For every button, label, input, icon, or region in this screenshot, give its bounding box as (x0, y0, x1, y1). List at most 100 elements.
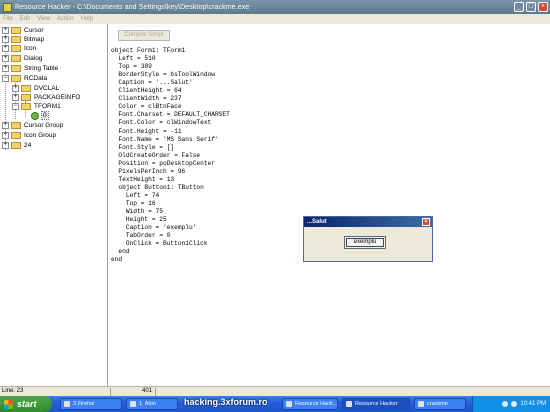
expand-icon[interactable]: + (2, 122, 9, 129)
tree-item-label: Icon (24, 45, 37, 52)
tree-item-icon[interactable]: + Icon (2, 44, 36, 53)
tree-item-cursor-group[interactable]: + Cursor Group (2, 121, 63, 130)
start-label: start (17, 399, 37, 409)
resource-gear-icon (31, 111, 39, 120)
code-line: Top = 389 (111, 63, 152, 71)
menu-bar: File Edit View Action Help (0, 14, 550, 24)
expand-icon[interactable]: + (2, 132, 9, 139)
resource-tree[interactable]: + Cursor + Bitmap + Icon + Dialog + Stri… (0, 24, 108, 386)
tree-item-packageinfo[interactable]: + PACKAGEINFO (12, 93, 80, 102)
dialog-close-button[interactable]: × (422, 218, 430, 226)
task-label: 3 Firefox (73, 401, 95, 407)
resource-hacker-icon (346, 401, 352, 407)
watermark-text: hacking.3xforum.ro (184, 397, 268, 407)
menu-action[interactable]: Action (57, 16, 74, 22)
tree-item-dvclal[interactable]: + DVCLAL (12, 84, 59, 93)
code-line: Font.Height = -11 (111, 127, 182, 135)
tree-item-cursor[interactable]: + Cursor (2, 26, 44, 35)
tree-item-label: Icon Group (24, 132, 57, 139)
code-line: OnClick = Button1Click (111, 240, 208, 248)
menu-file[interactable]: File (3, 16, 13, 22)
dialog-title: ...Salut (307, 219, 327, 225)
minimize-button[interactable]: _ (514, 2, 524, 12)
taskbar-resource-hacker[interactable]: Resource Hacker (342, 398, 410, 410)
taskbar-firefox[interactable]: 3 Firefox (60, 398, 122, 410)
folder-icon (11, 142, 21, 149)
menu-view[interactable]: View (37, 16, 50, 22)
code-line: Position = poDesktopCenter (111, 159, 215, 167)
code-line: Height = 25 (111, 216, 167, 224)
code-line: ClientHeight = 64 (111, 87, 182, 95)
network-icon[interactable] (502, 401, 509, 407)
code-line: TextHeight = 13 (111, 175, 175, 183)
menu-help[interactable]: Help (81, 16, 93, 22)
tree-item-rcdata[interactable]: − RCData (2, 74, 47, 83)
code-line: object Button1: TButton (111, 183, 204, 191)
code-line: end (111, 256, 123, 264)
expand-icon[interactable]: + (2, 55, 9, 62)
window-title: Resource Hacker - C:\Documents and Setti… (15, 3, 250, 11)
task-label: crackme (427, 401, 448, 407)
code-line: Color = clBtnFace (111, 103, 182, 111)
tree-item-icon-group[interactable]: + Icon Group (2, 131, 56, 140)
code-line: Font.Color = clWindowText (111, 119, 212, 127)
expand-icon[interactable]: + (2, 142, 9, 149)
tree-item-resource-0[interactable]: 0 (31, 111, 49, 120)
code-line: object Form1: TForm1 (111, 47, 186, 54)
dialog-title-bar: ...Salut × (304, 217, 432, 227)
tree-item-label: 24 (24, 142, 32, 149)
tree-item-label: 0 (41, 111, 49, 120)
code-line: Width = 75 (111, 208, 163, 215)
taskbar-crackme[interactable]: crackme (414, 398, 466, 410)
expand-icon[interactable]: + (2, 36, 9, 43)
expand-icon[interactable]: + (2, 45, 9, 52)
delphi-icon (418, 401, 424, 407)
tree-item-24[interactable]: + 24 (2, 141, 31, 150)
tree-item-label: RCData (24, 75, 48, 82)
folder-icon (21, 85, 31, 92)
exemplu-button[interactable]: exemplu (344, 236, 386, 249)
expand-icon[interactable]: + (2, 27, 9, 34)
close-button[interactable]: × (538, 2, 548, 12)
taskbar-resource-hack[interactable]: Resource Hack... (282, 398, 338, 410)
code-line: Left = 74 (111, 191, 160, 199)
compile-script-button[interactable]: Compile Script (118, 30, 170, 41)
system-tray: 10:41 PM (472, 396, 550, 412)
status-divider (110, 388, 111, 396)
title-bar: Resource Hacker - C:\Documents and Setti… (0, 0, 550, 14)
folder-icon (11, 27, 21, 34)
volume-icon[interactable] (511, 401, 518, 407)
code-line: ClientWidth = 237 (111, 95, 182, 103)
clock: 10:41 PM (520, 401, 546, 407)
windows-logo-icon (4, 399, 13, 409)
tree-item-label: Cursor Group (24, 122, 64, 129)
code-line: BorderStyle = bsToolWindow (111, 71, 215, 79)
window-icon (286, 401, 292, 407)
start-button[interactable]: start (0, 396, 52, 412)
tree-item-bitmap[interactable]: + Bitmap (2, 35, 44, 44)
code-line: Font.Style = [] (111, 143, 175, 151)
collapse-icon[interactable]: − (12, 103, 19, 110)
expand-icon[interactable]: + (12, 85, 19, 92)
tree-item-dialog[interactable]: + Dialog (2, 54, 42, 63)
code-line: Caption = '...Salut' (111, 79, 193, 87)
tree-item-string-table[interactable]: + String Table (2, 64, 58, 73)
tree-item-tform1[interactable]: − TFORM1 (12, 102, 61, 111)
folder-icon (11, 122, 21, 129)
code-line: Font.Name = 'MS Sans Serif' (111, 135, 219, 143)
status-line-number: Line: 23 (2, 388, 24, 394)
code-line: Left = 510 (111, 55, 156, 63)
status-value: 401 (142, 388, 153, 394)
code-line: end (111, 248, 130, 256)
expand-icon[interactable]: + (2, 65, 9, 72)
folder-icon (11, 65, 21, 72)
expand-icon[interactable]: + (12, 94, 19, 101)
salut-dialog: ...Salut × exemplu (303, 216, 433, 262)
menu-edit[interactable]: Edit (20, 16, 30, 22)
maximize-button[interactable]: □ (526, 2, 536, 12)
collapse-icon[interactable]: − (2, 75, 9, 82)
code-line: Font.Charset = DEFAULT_CHARSET (111, 111, 230, 119)
taskbar-alon[interactable]: 1. Alon (126, 398, 178, 410)
task-label: Resource Hacker (355, 401, 398, 407)
code-line: Top = 16 (111, 199, 156, 207)
